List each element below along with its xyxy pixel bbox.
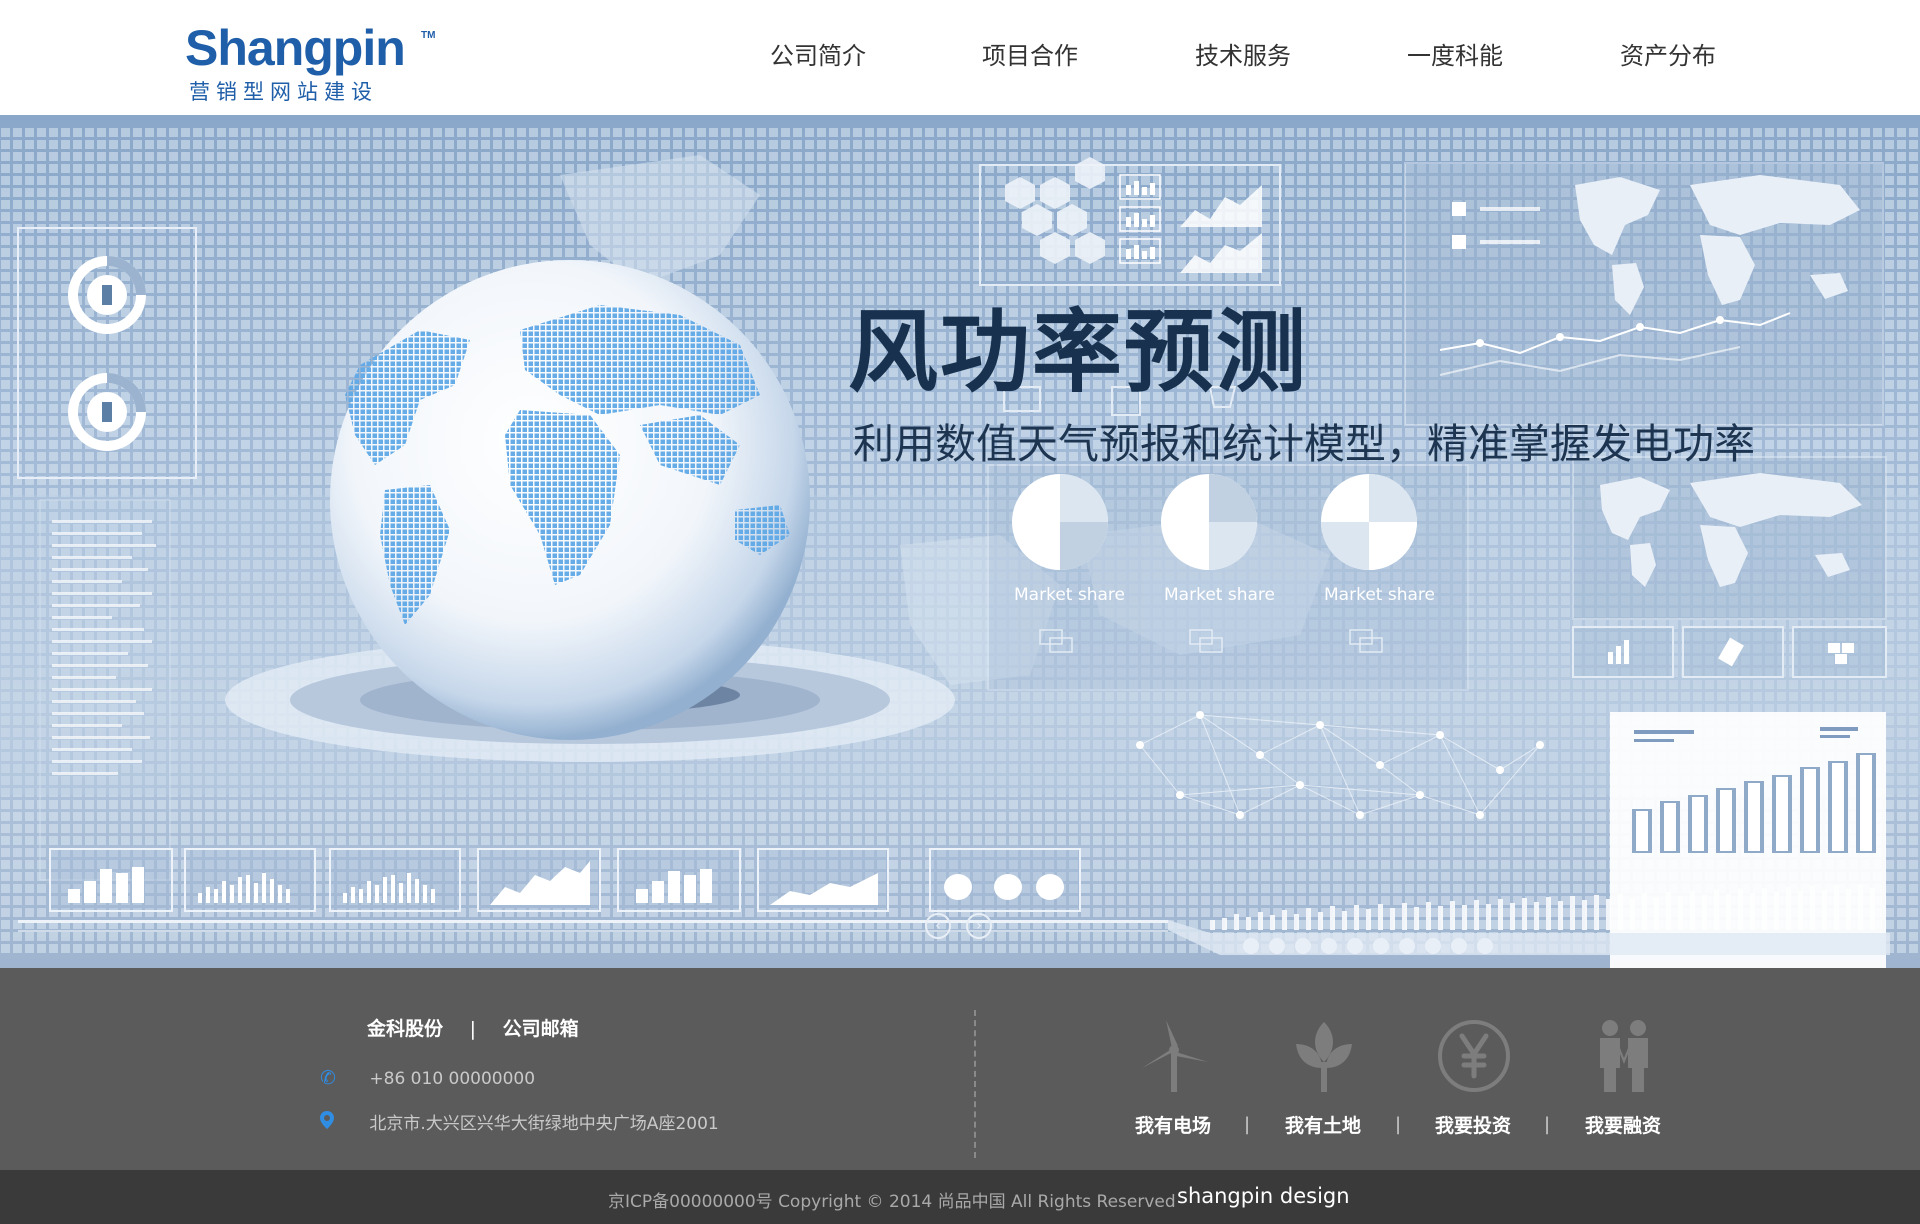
partners-icon	[1600, 1020, 1648, 1092]
nav-item-yidu-keneng[interactable]: 一度科能	[1407, 34, 1503, 78]
footer-phone-number: +86 010 00000000	[369, 1069, 536, 1089]
footer-divider	[974, 1010, 976, 1158]
slider-dot[interactable]	[1269, 938, 1285, 954]
slider-dot[interactable]	[1243, 938, 1259, 954]
slider-dot[interactable]	[1373, 938, 1389, 954]
leaf-icon	[1296, 1022, 1352, 1092]
service-separator: |	[1544, 1114, 1551, 1135]
footer-link-company-email[interactable]: 公司邮箱	[503, 1014, 579, 1041]
hero-banner: 风功率预测 利用数值天气预报和统计模型，精准掌握发电功率 Market shar…	[0, 115, 1920, 968]
service-have-wind-farm[interactable]: 我有电场	[1118, 1018, 1228, 1158]
wind-turbine-icon	[1142, 1020, 1208, 1092]
market-share-label: Market share	[1014, 585, 1125, 605]
service-label: 我有电场	[1134, 1115, 1211, 1137]
service-want-invest[interactable]: 我要投资	[1418, 1018, 1528, 1158]
copyright-brand[interactable]: shangpin design	[1177, 1184, 1350, 1208]
service-separator: |	[1244, 1114, 1251, 1135]
service-label: 我要融资	[1584, 1115, 1661, 1137]
location-pin-icon	[320, 1111, 342, 1134]
footer-link-jinke[interactable]: 金科股份	[367, 1014, 443, 1041]
market-share-label: Market share	[1164, 585, 1275, 605]
service-want-financing[interactable]: 我要融资	[1568, 1018, 1678, 1158]
nav-item-asset-distribution[interactable]: 资产分布	[1620, 34, 1716, 78]
service-label: 我要投资	[1434, 1115, 1511, 1137]
service-separator: |	[1395, 1114, 1402, 1135]
service-label: 我有土地	[1284, 1115, 1361, 1137]
market-share-label: Market share	[1324, 585, 1435, 605]
nav-item-project-cooperation[interactable]: 项目合作	[982, 34, 1078, 78]
copyright-text: 京ICP备00000000号 Copyright © 2014 尚品中国 All…	[608, 1192, 1176, 1212]
footer-link-separator: |	[469, 1018, 477, 1040]
site-footer: 金科股份 | 公司邮箱 ✆ +86 010 00000000 北京市.大兴区兴华…	[0, 968, 1920, 1170]
nav-item-company-intro[interactable]: 公司简介	[770, 34, 866, 78]
nav-item-tech-service[interactable]: 技术服务	[1195, 34, 1291, 78]
slider-dot[interactable]	[1321, 938, 1337, 954]
copyright-bar: 京ICP备00000000号 Copyright © 2014 尚品中国 All…	[0, 1170, 1920, 1224]
slider-dot[interactable]	[1295, 938, 1311, 954]
slider-prev-button[interactable]: ‹	[925, 913, 951, 939]
phone-icon: ✆	[320, 1067, 336, 1089]
banner-subtitle: 利用数值天气预报和统计模型，精准掌握发电功率	[853, 420, 1755, 468]
yen-icon	[1438, 1020, 1510, 1092]
slider-dot[interactable]	[1399, 938, 1415, 954]
footer-address: 北京市.大兴区兴华大街绿地中央广场A座2001	[320, 1109, 719, 1134]
site-header: Shangpin TM 营销型网站建设 公司简介 项目合作 技术服务 一度科能 …	[0, 0, 1920, 115]
slider-dot[interactable]	[1347, 938, 1363, 954]
slider-dot[interactable]	[1477, 938, 1493, 954]
footer-phone: ✆ +86 010 00000000	[320, 1067, 535, 1089]
banner-artwork	[0, 125, 1920, 968]
slider-dot[interactable]	[1451, 938, 1467, 954]
slider-next-button[interactable]: ›	[966, 913, 992, 939]
footer-links: 金科股份 | 公司邮箱	[367, 1014, 579, 1041]
footer-address-text: 北京市.大兴区兴华大街绿地中央广场A座2001	[369, 1114, 719, 1134]
main-nav: 公司简介 项目合作 技术服务 一度科能 资产分布	[0, 34, 1920, 82]
slider-dot[interactable]	[1425, 938, 1441, 954]
banner-title: 风功率预测	[848, 300, 1308, 405]
service-have-land[interactable]: 我有土地	[1268, 1018, 1378, 1158]
